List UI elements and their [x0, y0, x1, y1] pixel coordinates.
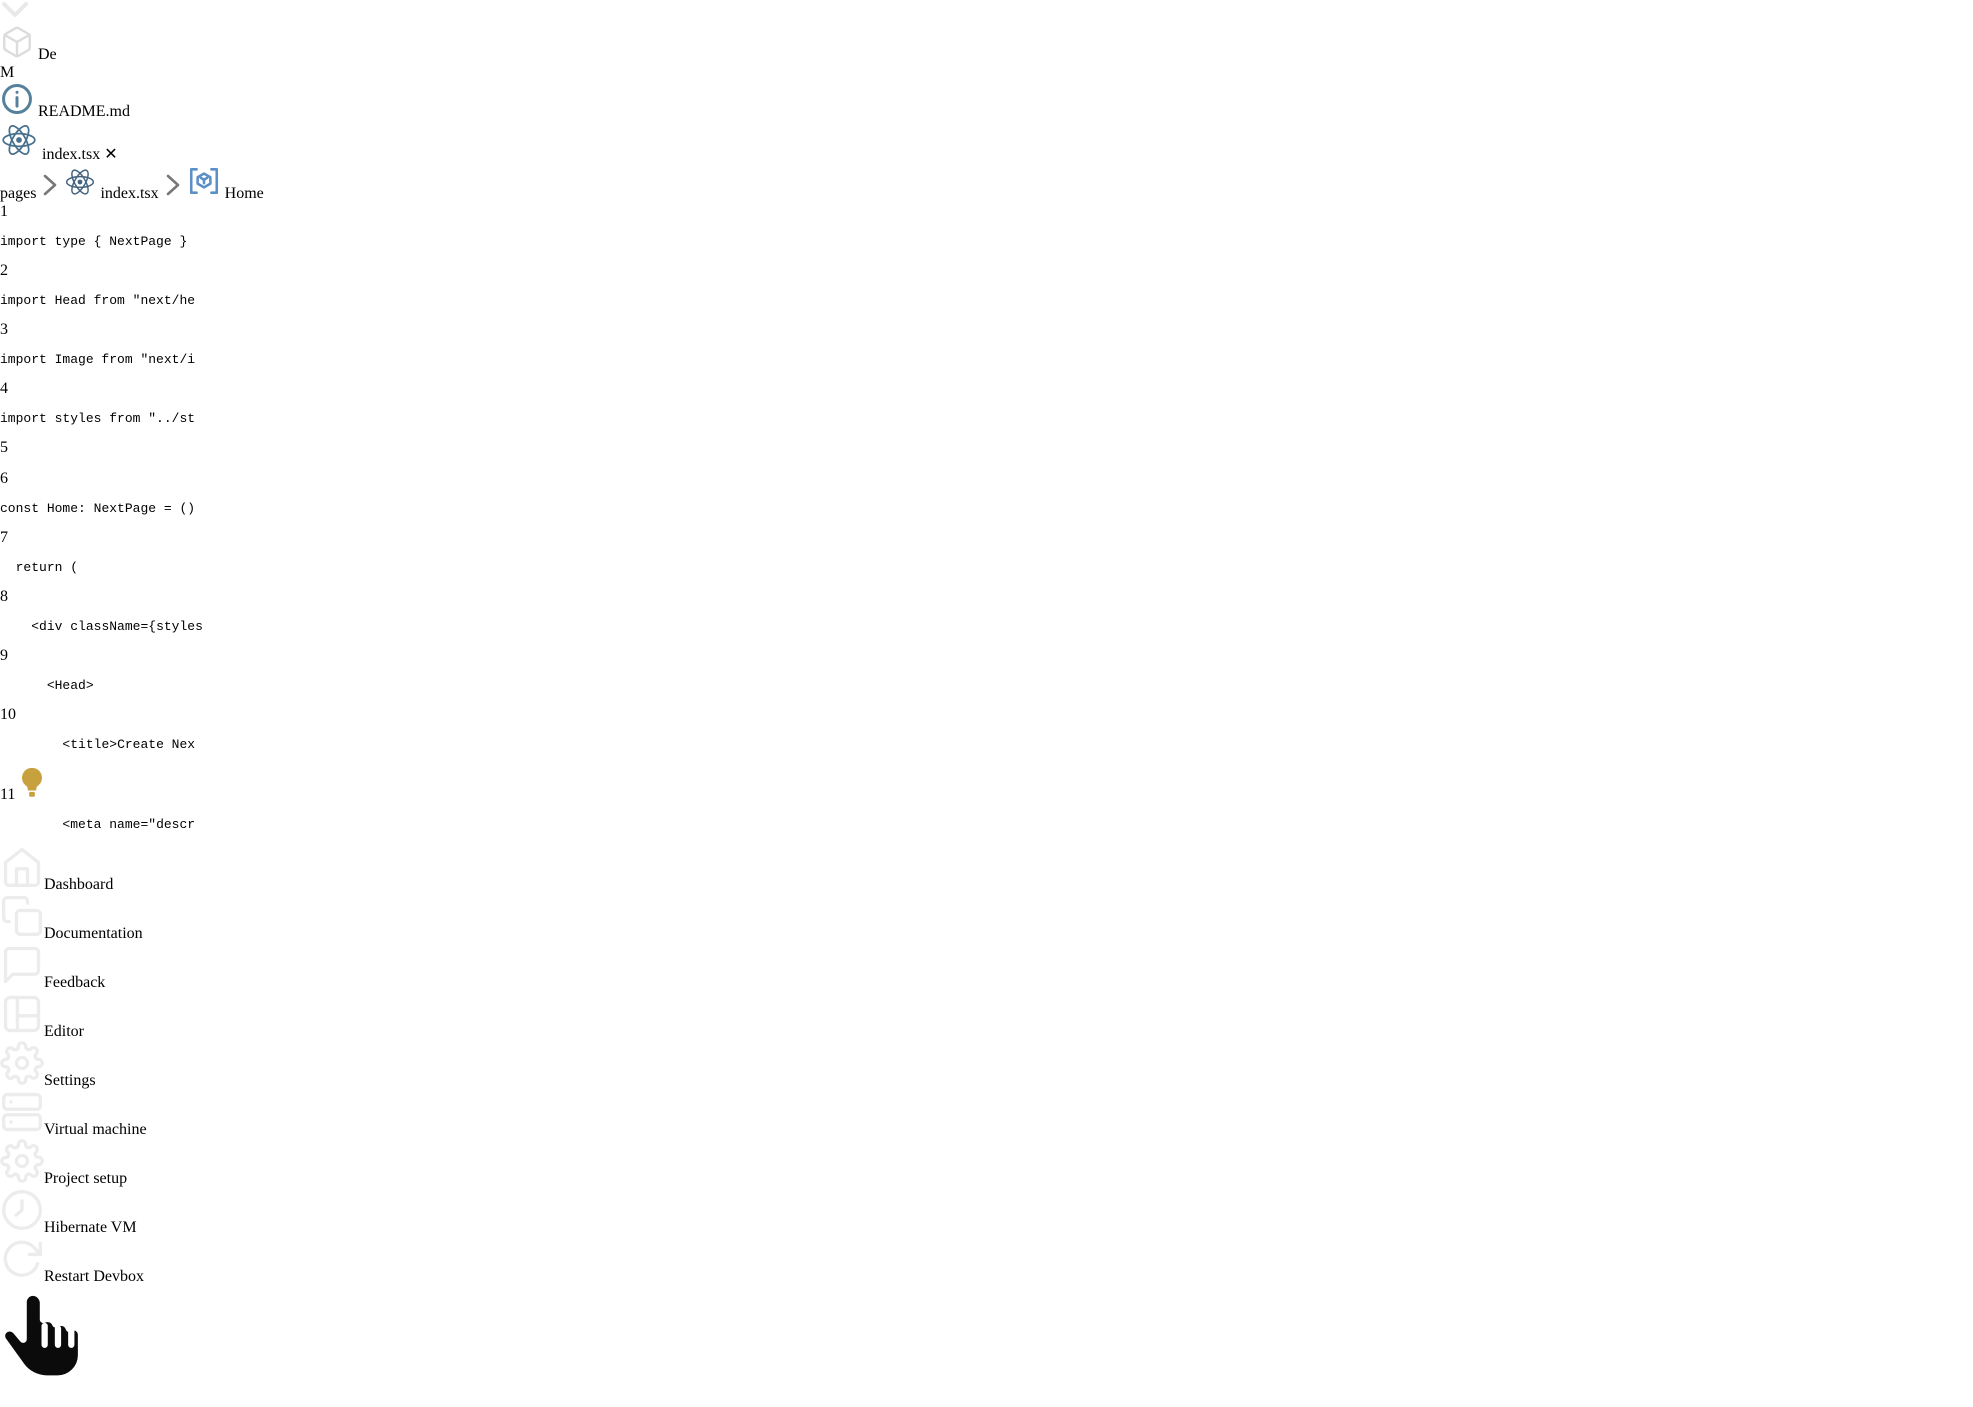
code-line-text: <meta name="descr: [0, 817, 1973, 832]
react-icon: [64, 166, 96, 198]
menu-item-label: Feedback: [44, 974, 105, 991]
line-number: 3: [0, 321, 8, 338]
menu-item-settings[interactable]: Settings: [0, 1041, 1973, 1090]
breadcrumb-segment-file[interactable]: index.tsx: [100, 185, 158, 202]
line-number: 4: [0, 380, 8, 397]
code-line-text: return (: [0, 560, 1973, 575]
app-window: De M README.md: [0, 0, 1973, 1407]
code-line[interactable]: 3 import Image from "next/i: [0, 321, 1973, 367]
tab-index-active[interactable]: index.tsx ✕: [0, 121, 1973, 164]
menu-item-editor[interactable]: Editor: [0, 992, 1973, 1041]
menu-item-label: Hibernate VM: [44, 1219, 137, 1236]
menu-item-label: Dashboard: [44, 876, 113, 893]
gear-icon: [0, 1072, 44, 1089]
line-number: 11: [0, 786, 15, 803]
deploy-button[interactable]: De: [0, 25, 1973, 64]
lightbulb-icon[interactable]: [15, 786, 49, 803]
editor-panel: README.md index.tsx ✕ pages: [0, 82, 1973, 832]
code-line-text: <Head>: [0, 678, 1973, 693]
code-line[interactable]: 9 <Head>: [0, 647, 1973, 693]
app-topbar: De: [0, 0, 1973, 64]
code-line-text: const Home: NextPage = (): [0, 501, 1973, 516]
desktop-background: { "colors":{ "background_purple":"#9886f…: [0, 0, 1973, 1289]
code-line-text: import Head from "next/he: [0, 293, 1973, 308]
menu-item-label: Restart Devbox: [44, 1268, 144, 1285]
react-icon: [0, 121, 38, 159]
code-line[interactable]: 7 return (: [0, 529, 1973, 575]
breadcrumb-segment-pages[interactable]: pages: [0, 185, 36, 202]
code-line[interactable]: 2 import Head from "next/he: [0, 262, 1973, 308]
tab-readme[interactable]: README.md: [0, 82, 1973, 121]
chevron-right-icon: [40, 185, 64, 202]
breadcrumb: pages index.tsx Home: [0, 164, 1973, 203]
code-line[interactable]: 5: [0, 439, 1973, 457]
line-number: 5: [0, 439, 8, 456]
code-line[interactable]: 10 <title>Create Nex: [0, 706, 1973, 752]
line-number: 1: [0, 203, 8, 220]
menu-item-documentation[interactable]: Documentation: [0, 894, 1973, 943]
symbol-icon: [187, 164, 221, 198]
menu-item-dashboard[interactable]: Dashboard: [0, 845, 1973, 894]
code-line[interactable]: 8 <div className={styles: [0, 588, 1973, 634]
info-icon: [0, 82, 34, 116]
chevron-right-icon: [163, 185, 187, 202]
code-line-text: import Image from "next/i: [0, 352, 1973, 367]
menu-item-feedback[interactable]: Feedback: [0, 943, 1973, 992]
layout-icon: [0, 1023, 44, 1040]
deploy-button-label: De: [38, 46, 57, 63]
line-number: 10: [0, 706, 16, 723]
message-icon: [0, 974, 44, 991]
app-dropdown-menu: Dashboard Documentation Feedback Editor Sett…: [0, 845, 1973, 1286]
hand-cursor-icon: [0, 1286, 94, 1402]
menu-item-label: Project setup: [44, 1170, 127, 1187]
code-line-text: import type { NextPage }: [0, 234, 1973, 249]
code-line[interactable]: 6 const Home: NextPage = (): [0, 470, 1973, 516]
gear-icon: [0, 1170, 44, 1187]
code-line[interactable]: 11 <meta name="descr: [0, 765, 1973, 832]
chevron-down-icon[interactable]: [0, 0, 30, 20]
line-number: 7: [0, 529, 8, 546]
file-explorer-panel: M: [0, 64, 1973, 82]
code-line[interactable]: 1 import type { NextPage }: [0, 203, 1973, 249]
menu-item-virtual-machine[interactable]: Virtual machine: [0, 1090, 1973, 1139]
tab-label: index.tsx: [42, 146, 100, 163]
line-number: 2: [0, 262, 8, 279]
breadcrumb-segment-symbol[interactable]: Home: [225, 185, 264, 202]
code-line-text: <div className={styles: [0, 619, 1973, 634]
menu-item-label: Documentation: [44, 925, 143, 942]
close-icon[interactable]: ✕: [104, 146, 117, 163]
menu-item-restart-devbox[interactable]: Restart Devbox: [0, 1237, 1973, 1286]
line-number: 8: [0, 588, 8, 605]
menu-item-label: Editor: [44, 1023, 84, 1040]
line-number: 9: [0, 647, 8, 664]
code-line-text: <title>Create Nex: [0, 737, 1973, 752]
code-line[interactable]: 4 import styles from "../st: [0, 380, 1973, 426]
git-modified-badge: M: [0, 64, 14, 81]
tab-label: README.md: [38, 103, 130, 120]
menu-item-hibernate-vm[interactable]: Hibernate VM: [0, 1188, 1973, 1237]
menu-item-label: Virtual machine: [44, 1121, 147, 1138]
line-number: 6: [0, 470, 8, 487]
server-icon: [0, 1121, 44, 1138]
box-icon: [0, 25, 34, 59]
code-area[interactable]: 1 import type { NextPage } 2 import Head fr…: [0, 203, 1973, 832]
menu-item-project-setup[interactable]: Project setup: [0, 1139, 1973, 1188]
restart-icon: [0, 1268, 44, 1285]
clock-icon: [0, 1219, 44, 1236]
code-line-text: import styles from "../st: [0, 411, 1973, 426]
copy-icon: [0, 925, 44, 942]
tab-bar: README.md index.tsx ✕: [0, 82, 1973, 164]
menu-item-label: Settings: [44, 1072, 96, 1089]
home-icon: [0, 876, 44, 893]
